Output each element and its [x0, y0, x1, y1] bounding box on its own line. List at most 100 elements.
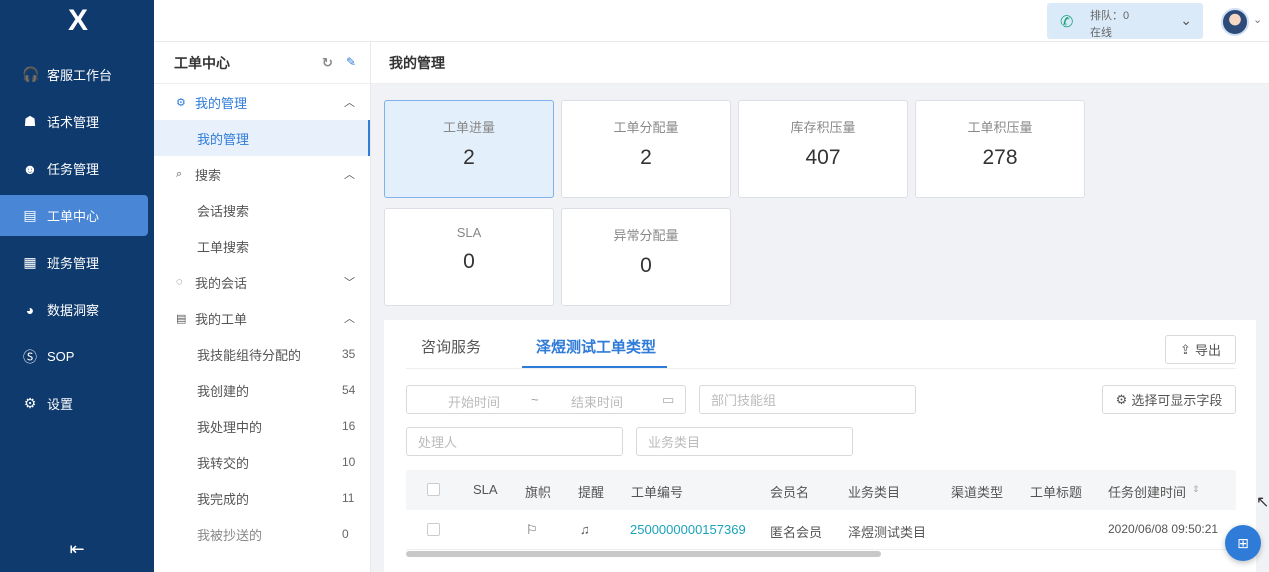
main-nav: X 🎧 客服工作台 ☗ 话术管理 ☻ 任务管理 ▤ 工单中心 ▦ 班务管理 ◕ 数据洞察 Ⓢ… [0, 0, 154, 572]
sub-item-my-manage[interactable]: 我的管理 [154, 120, 370, 156]
sub-sidebar-header: 工单中心 ↻ ✎ [154, 42, 370, 84]
bell-icon[interactable]: ♫ [580, 522, 590, 537]
nav-item-shifts[interactable]: ▦ 班务管理 [0, 242, 148, 283]
nav-item-label: 设置 [47, 397, 74, 412]
nav-item-label: 班务管理 [47, 256, 100, 271]
stat-label: 库存积压量 [790, 120, 856, 135]
nav-item-insights[interactable]: ◕ 数据洞察 [0, 289, 148, 330]
column-header-channel[interactable]: 渠道类型 [951, 482, 1003, 501]
nav-item-ticket-center[interactable]: ▤ 工单中心 [0, 195, 148, 236]
chat-robot-icon: ☗ [23, 113, 37, 129]
stat-card-abnormal-assigned[interactable]: 异常分配量 0 [561, 208, 731, 306]
nav-item-workbench[interactable]: 🎧 客服工作台 [0, 54, 148, 95]
logo[interactable]: X [0, 0, 154, 42]
pin-icon[interactable]: ✎ [346, 55, 356, 69]
column-header-sla[interactable]: SLA [473, 482, 498, 497]
nav-item-label: 工单中心 [47, 209, 100, 224]
sub-item-session-search[interactable]: 会话搜索 [154, 192, 370, 228]
stat-card-stock-backlog[interactable]: 库存积压量 407 [738, 100, 908, 198]
tab-consulting-service[interactable]: 咨询服务 [421, 336, 481, 357]
sub-item-completed[interactable]: 我完成的 11 [154, 480, 370, 516]
sub-item-ticket-search[interactable]: 工单搜索 [154, 228, 370, 264]
sub-item-transferred[interactable]: 我转交的 10 [154, 444, 370, 480]
select-fields-label: 选择可显示字段 [1131, 393, 1223, 408]
export-label: 导出 [1194, 343, 1221, 358]
dept-skill-placeholder: 部门技能组 [711, 393, 777, 408]
stat-card-sla[interactable]: SLA 0 [384, 208, 554, 306]
cell-ticket-no[interactable]: 2500000000157369 [630, 522, 746, 537]
nav-item-scripts[interactable]: ☗ 话术管理 [0, 101, 148, 142]
stat-value: 2 [640, 146, 652, 169]
sub-item-label: 我转交的 [197, 455, 250, 471]
count-badge: 54 [342, 383, 356, 397]
column-header-flag[interactable]: 旗帜 [525, 482, 551, 501]
column-header-created-time[interactable]: 任务创建时间 [1108, 482, 1186, 501]
group-my-manage[interactable]: ⚙ 我的管理 ︿ [154, 84, 370, 120]
sort-icon[interactable]: ⇕ [1192, 484, 1200, 495]
sub-item-label: 我创建的 [197, 383, 250, 399]
column-header-title[interactable]: 工单标题 [1030, 482, 1082, 501]
group-my-tickets[interactable]: ▤ 我的工单 ︿ [154, 300, 370, 336]
refresh-icon[interactable]: ↻ [322, 55, 333, 71]
sub-sidebar-title: 工单中心 [174, 54, 230, 71]
upload-icon: ⇪ [1180, 341, 1191, 357]
range-separator: ~ [531, 392, 539, 407]
main-content: 我的管理 工单进量 2 工单分配量 2 库存积压量 407 工单积压量 278 … [371, 42, 1269, 572]
chevron-down-icon[interactable]: ⌄ [1253, 13, 1262, 26]
sub-item-created[interactable]: 我创建的 54 [154, 372, 370, 408]
group-my-conversations[interactable]: ◌ 我的会话 ﹀ [154, 264, 370, 300]
group-label: 搜索 [195, 167, 222, 183]
cell-member: 匿名会员 [770, 525, 823, 540]
dept-skill-select[interactable]: 部门技能组 [699, 385, 916, 414]
horizontal-scrollbar[interactable] [406, 551, 881, 557]
flag-icon[interactable]: ⚐ [526, 522, 538, 538]
sub-sidebar: 工单中心 ↻ ✎ ⚙ 我的管理 ︿ 我的管理 ⌕ 搜索 ︿ 会话搜索 工单搜索 ◌ 我的会… [154, 42, 371, 572]
cell-category: 泽煜测试类目 [848, 525, 927, 540]
column-header-reminder[interactable]: 提醒 [578, 482, 604, 501]
nav-item-settings[interactable]: ⚙ 设置 [0, 383, 148, 424]
stat-card-ticket-assigned[interactable]: 工单分配量 2 [561, 100, 731, 198]
stat-label: 工单进量 [442, 120, 495, 135]
chevron-up-icon: ︿ [344, 313, 355, 325]
stat-value: 0 [640, 254, 652, 277]
avatar[interactable] [1221, 8, 1249, 36]
column-header-member[interactable]: 会员名 [770, 482, 809, 501]
start-time-input[interactable]: 开始时间 [448, 392, 500, 411]
handler-input[interactable]: 处理人 [406, 427, 623, 456]
calendar-icon: ▭ [662, 392, 675, 407]
stat-card-ticket-backlog[interactable]: 工单积压量 278 [915, 100, 1085, 198]
sub-item-pending-assignment[interactable]: 我技能组待分配的 35 [154, 336, 370, 372]
nav-item-sop[interactable]: Ⓢ SOP [0, 336, 148, 377]
select-all-checkbox[interactable] [427, 483, 440, 496]
nav-item-tasks[interactable]: ☻ 任务管理 [0, 148, 148, 189]
sub-item-cc[interactable]: 我被抄送的 0 [154, 516, 370, 552]
gear-icon: ⚙ [23, 395, 37, 411]
end-time-input[interactable]: 结束时间 [571, 392, 623, 411]
count-badge: 0 [342, 527, 349, 541]
phone-icon: ✆ [1060, 14, 1074, 31]
date-range-picker[interactable]: 开始时间 ~ 结束时间 ▭ [406, 385, 686, 414]
sub-item-label: 工单搜索 [197, 239, 250, 255]
tab-test-ticket-type[interactable]: 泽煜测试工单类型 [536, 336, 656, 357]
search-icon: ⌕ [176, 167, 183, 180]
group-search[interactable]: ⌕ 搜索 ︿ [154, 156, 370, 192]
sub-item-label: 我技能组待分配的 [197, 347, 302, 363]
column-header-category[interactable]: 业务类目 [848, 482, 900, 501]
collapse-nav-icon[interactable]: ⇤ [0, 539, 154, 560]
apps-grid-button[interactable]: ⊞ [1225, 525, 1261, 561]
nav-item-label: 数据洞察 [47, 303, 100, 318]
export-button[interactable]: ⇪ 导出 [1165, 335, 1236, 364]
page-title: 我的管理 [371, 42, 1269, 84]
queue-status-widget[interactable]: ✆ 排队：0 在线 ⌄ [1047, 3, 1203, 39]
biz-category-select[interactable]: 业务类目 [636, 427, 853, 456]
chevron-down-icon: ﹀ [344, 277, 355, 289]
nav-item-label: 任务管理 [47, 162, 100, 177]
stat-card-ticket-inflow[interactable]: 工单进量 2 [384, 100, 554, 198]
column-header-ticket-no[interactable]: 工单编号 [631, 482, 683, 501]
select-fields-button[interactable]: ⚙ 选择可显示字段 [1102, 385, 1236, 414]
sub-item-processing[interactable]: 我处理中的 16 [154, 408, 370, 444]
row-checkbox[interactable] [427, 523, 440, 536]
sub-item-label: 我完成的 [197, 491, 250, 507]
stat-label: 异常分配量 [613, 228, 679, 243]
table-row[interactable]: ⚐ ♫ 2500000000157369 匿名会员 泽煜测试类目 2020/06… [406, 510, 1236, 550]
